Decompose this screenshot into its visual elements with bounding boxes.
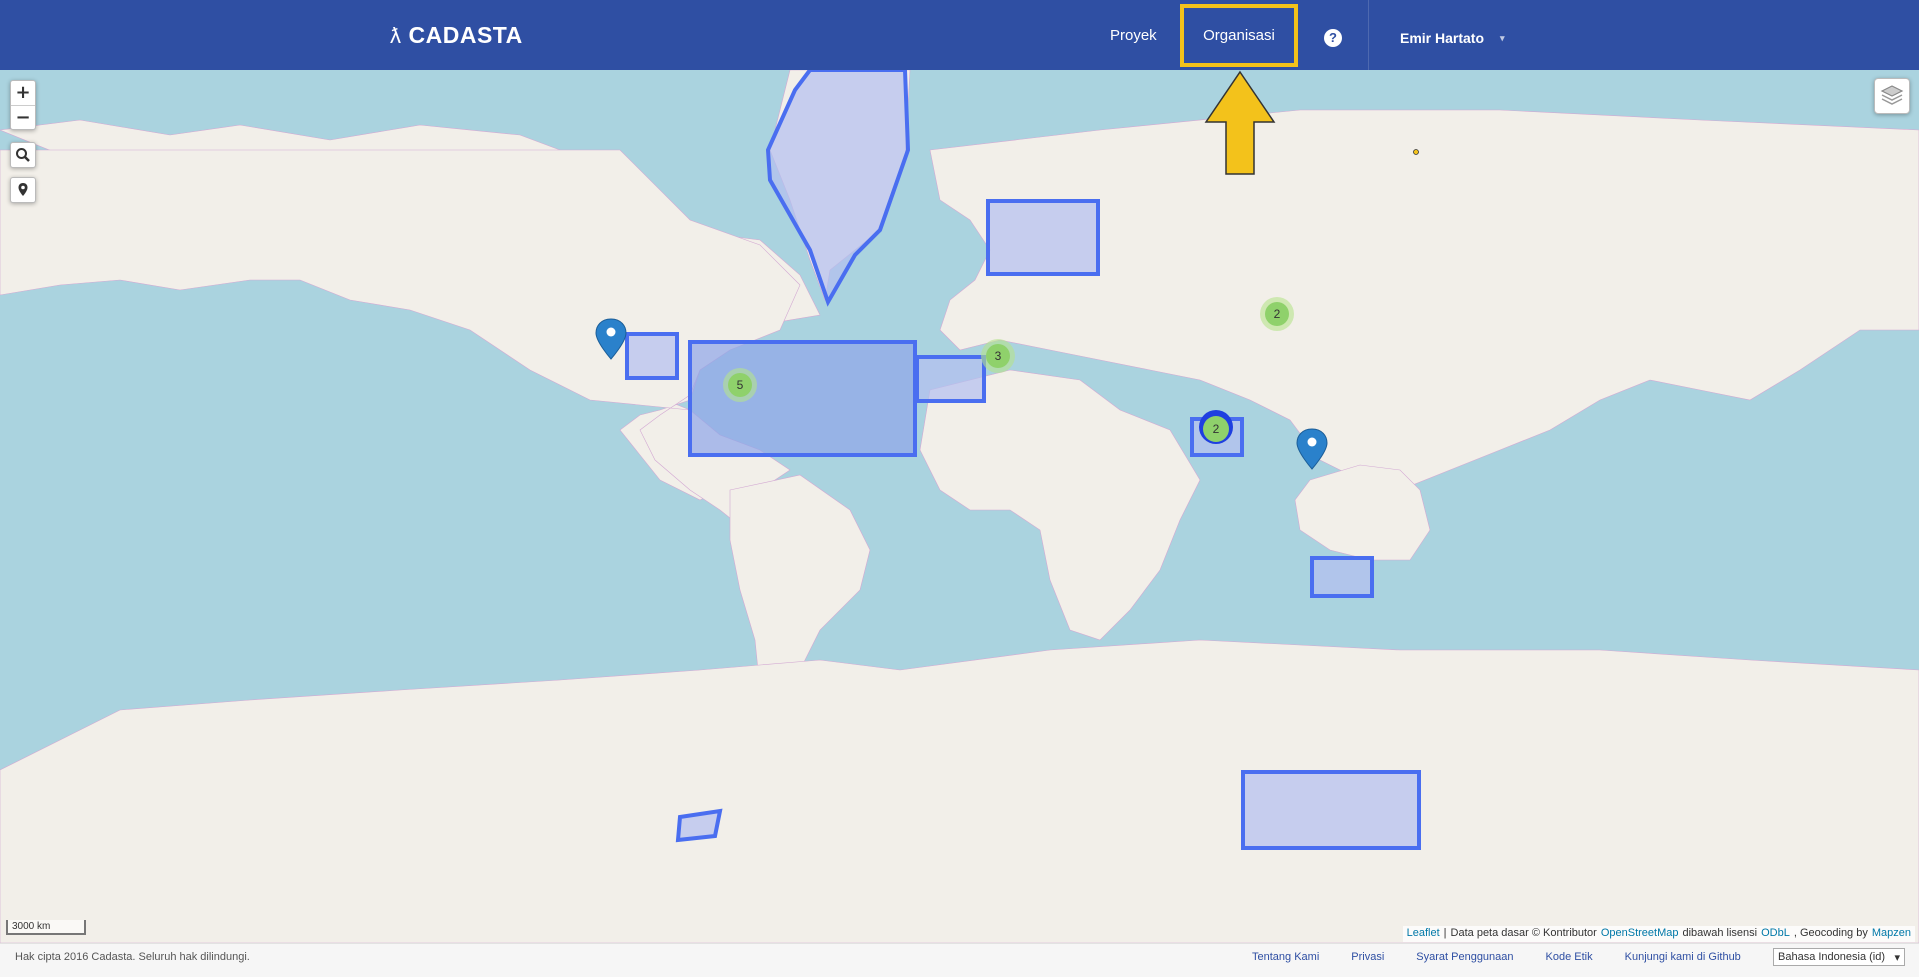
- attribution-text: dibawah lisensi: [1682, 927, 1758, 939]
- cadasta-logo[interactable]: ƛ CADASTA: [390, 22, 523, 49]
- copyright-text: Hak cipta 2016 Cadasta. Seluruh hak dili…: [15, 951, 250, 963]
- map-marker-icon[interactable]: [1296, 428, 1328, 470]
- footer-links: Tentang Kami Privasi Syarat Penggunaan K…: [1252, 951, 1741, 963]
- layers-icon: [1880, 85, 1904, 105]
- search-icon: [11, 143, 35, 167]
- boundary-us-west[interactable]: [625, 332, 679, 380]
- attribution-text: Data peta dasar © Kontributor: [1450, 927, 1597, 939]
- annotation-arrow: [1204, 70, 1276, 175]
- boundary-iberia[interactable]: [915, 355, 986, 403]
- language-select-value: Bahasa Indonesia (id): [1778, 951, 1886, 963]
- boundary-scandinavia[interactable]: [986, 199, 1100, 276]
- map-view[interactable]: 5 3 2 2 + − 3000 km Leaflet | Data peta …: [0, 70, 1919, 943]
- scale-bar: 3000 km: [6, 920, 86, 935]
- boundary-atlantic[interactable]: [688, 340, 917, 457]
- cluster-marker[interactable]: 2: [1199, 410, 1233, 444]
- footer-link-code-of-conduct[interactable]: Kode Etik: [1546, 951, 1593, 963]
- mapzen-link[interactable]: Mapzen: [1872, 927, 1911, 941]
- zoom-out-button[interactable]: −: [11, 105, 35, 129]
- boundary-antarctica-east[interactable]: [1241, 770, 1421, 850]
- locate-button[interactable]: [10, 177, 36, 203]
- boundary-australia[interactable]: [1310, 556, 1374, 598]
- zoom-in-button[interactable]: +: [11, 81, 35, 105]
- cluster-count: 2: [1274, 307, 1281, 321]
- nav-organizations-label: Organisasi: [1203, 27, 1275, 44]
- nav-organizations[interactable]: Organisasi: [1180, 4, 1298, 67]
- top-navbar: ƛ CADASTA Proyek Organisasi ? Emir Harta…: [0, 0, 1919, 70]
- zoom-control: + −: [10, 80, 36, 130]
- openstreetmap-link[interactable]: OpenStreetMap: [1601, 927, 1679, 941]
- map-canvas: 5 3 2 2: [0, 70, 1919, 943]
- help-icon[interactable]: ?: [1324, 29, 1342, 47]
- footer-link-terms[interactable]: Syarat Penggunaan: [1416, 951, 1513, 963]
- leaflet-link[interactable]: Leaflet: [1407, 927, 1440, 941]
- navbar-divider: [1368, 0, 1369, 70]
- cadasta-logo-text: CADASTA: [408, 22, 523, 48]
- user-menu[interactable]: Emir Hartato ▾: [1400, 30, 1505, 46]
- map-attribution: Leaflet | Data peta dasar © Kontributor …: [1402, 926, 1915, 942]
- footer-link-github[interactable]: Kunjungi kami di Github: [1625, 951, 1741, 963]
- cluster-count: 3: [995, 349, 1002, 363]
- user-name: Emir Hartato: [1400, 30, 1485, 46]
- nav-projects[interactable]: Proyek: [1110, 0, 1157, 70]
- cluster-count: 5: [737, 378, 744, 392]
- map-dot: [1413, 149, 1419, 155]
- boundary-antarctica-peninsula[interactable]: [675, 808, 723, 843]
- attribution-separator: |: [1443, 927, 1447, 939]
- chevron-down-icon: ▾: [1500, 32, 1505, 43]
- odbl-link[interactable]: ODbL: [1761, 927, 1790, 941]
- cluster-marker[interactable]: 3: [981, 339, 1015, 373]
- footer-link-privacy[interactable]: Privasi: [1351, 951, 1384, 963]
- language-select[interactable]: Bahasa Indonesia (id) ▾: [1773, 948, 1905, 966]
- cluster-marker[interactable]: 5: [723, 368, 757, 402]
- layers-control[interactable]: [1874, 78, 1910, 114]
- attribution-text: , Geocoding by: [1793, 927, 1868, 939]
- land-masses: [0, 70, 1919, 943]
- nav-projects-label: Proyek: [1110, 26, 1157, 44]
- cluster-count: 2: [1213, 422, 1220, 436]
- cadasta-logo-mark: ƛ: [390, 22, 402, 48]
- footer: Hak cipta 2016 Cadasta. Seluruh hak dili…: [0, 943, 1919, 977]
- cluster-marker[interactable]: 2: [1260, 297, 1294, 331]
- map-marker-icon: [11, 178, 35, 202]
- footer-link-about[interactable]: Tentang Kami: [1252, 951, 1319, 963]
- geocoder-search-button[interactable]: [10, 142, 36, 168]
- chevron-down-icon: ▾: [1894, 952, 1900, 964]
